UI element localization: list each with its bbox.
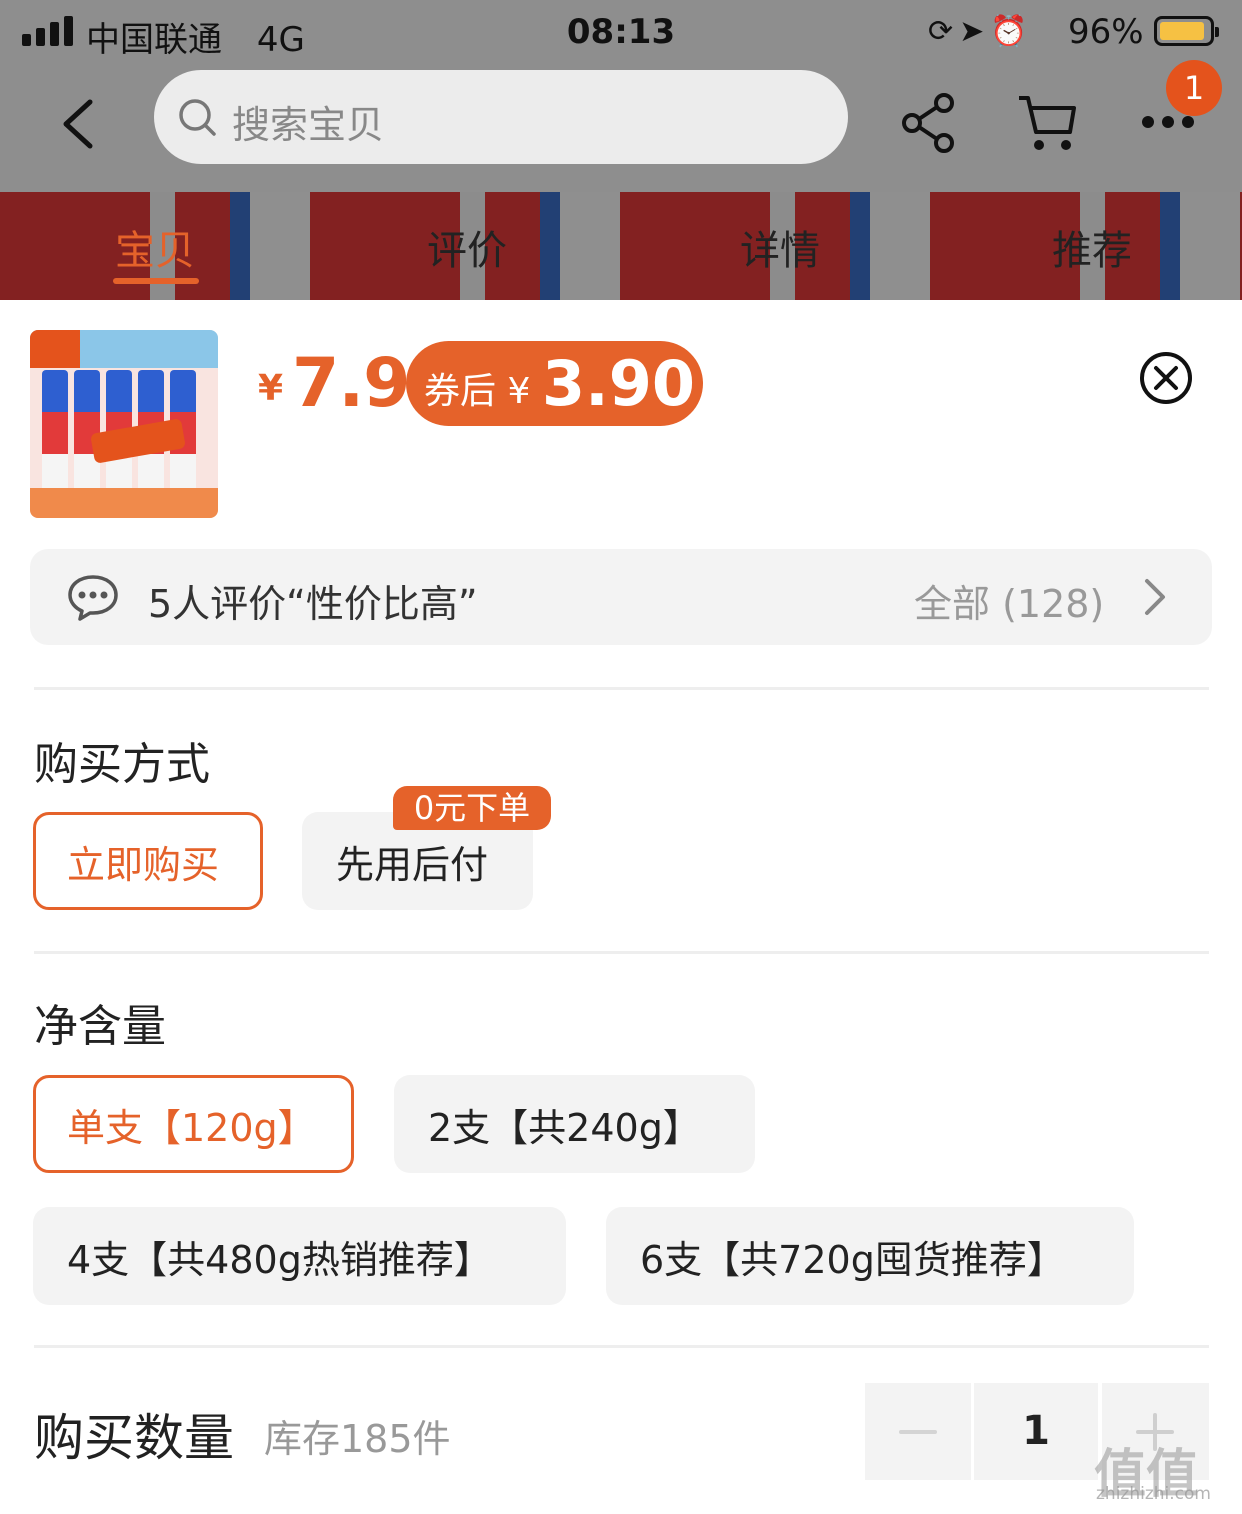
quantity-decrement-button[interactable] [865,1383,971,1480]
coupon-label: 券后 ¥ [424,371,531,412]
status-icons: ⟳➤⏰ [928,14,1034,49]
search-placeholder: 搜索宝贝 [232,103,385,147]
option-4-pack-480g[interactable]: 4支【共480g热销推荐】 [33,1207,566,1305]
search-icon [179,99,216,136]
battery-percent: 96% [1068,12,1144,52]
purchase-method-title: 购买方式 [34,739,210,790]
tab-details[interactable]: 详情 [700,218,860,276]
active-tab-indicator [113,278,199,284]
review-summary-bar[interactable]: 5人评价“性价比高” 全部 (128) [30,549,1212,645]
tab-reviews[interactable]: 评价 [387,218,547,276]
cart-icon[interactable] [1016,92,1078,154]
stock-count: 库存185件 [264,1417,451,1461]
close-icon[interactable] [1138,350,1194,406]
share-icon[interactable] [900,92,956,154]
location-icon: ➤ [959,14,991,49]
quantity-title: 购买数量 [34,1409,234,1467]
all-reviews-link[interactable]: 全部 (128) [914,573,1104,628]
product-thumbnail[interactable] [30,330,218,518]
divider [34,1345,1209,1348]
option-single-120g[interactable]: 单支【120g】 [33,1075,354,1173]
divider [34,951,1209,954]
option-2-pack-240g[interactable]: 2支【共240g】 [394,1075,755,1173]
watermark-domain: zhizhizhi.com [1096,1484,1211,1504]
back-arrow-icon[interactable] [60,98,96,150]
net-content-title: 净含量 [34,1001,166,1052]
option-6-pack-720g[interactable]: 6支【共720g囤货推荐】 [606,1207,1134,1305]
divider [34,687,1209,690]
price-currency: ¥ [258,368,284,409]
chevron-right-icon [1145,579,1165,615]
status-bar: 中国联通 4G 08:13 ⟳➤⏰ 96% [0,0,1242,64]
option-buy-now[interactable]: 立即购买 [33,812,263,910]
alarm-icon: ⏰ [990,14,1034,49]
chat-bubble-icon [68,575,118,621]
coupon-price-badge: 券后 ¥ 3.90 [406,341,703,426]
review-summary-text: 5人评价“性价比高” [148,582,478,626]
coupon-price: 3.90 [542,347,695,420]
notification-badge: 1 [1166,60,1222,116]
product-price: 7.9 [292,344,410,423]
battery-icon [1154,16,1219,46]
minus-icon [899,1430,937,1434]
search-input[interactable]: 搜索宝贝 [154,70,848,164]
clock: 08:13 [566,12,676,52]
zero-yuan-order-tag: 0元下单 [393,786,551,830]
tab-recommend[interactable]: 推荐 [1012,218,1172,276]
site-watermark-logo: 值值值 zhizhizhi.com [1094,1432,1234,1514]
quantity-value[interactable]: 1 [974,1383,1098,1480]
orientation-lock-icon: ⟳ [928,14,960,49]
tab-baobei[interactable]: 宝贝 [75,218,235,276]
